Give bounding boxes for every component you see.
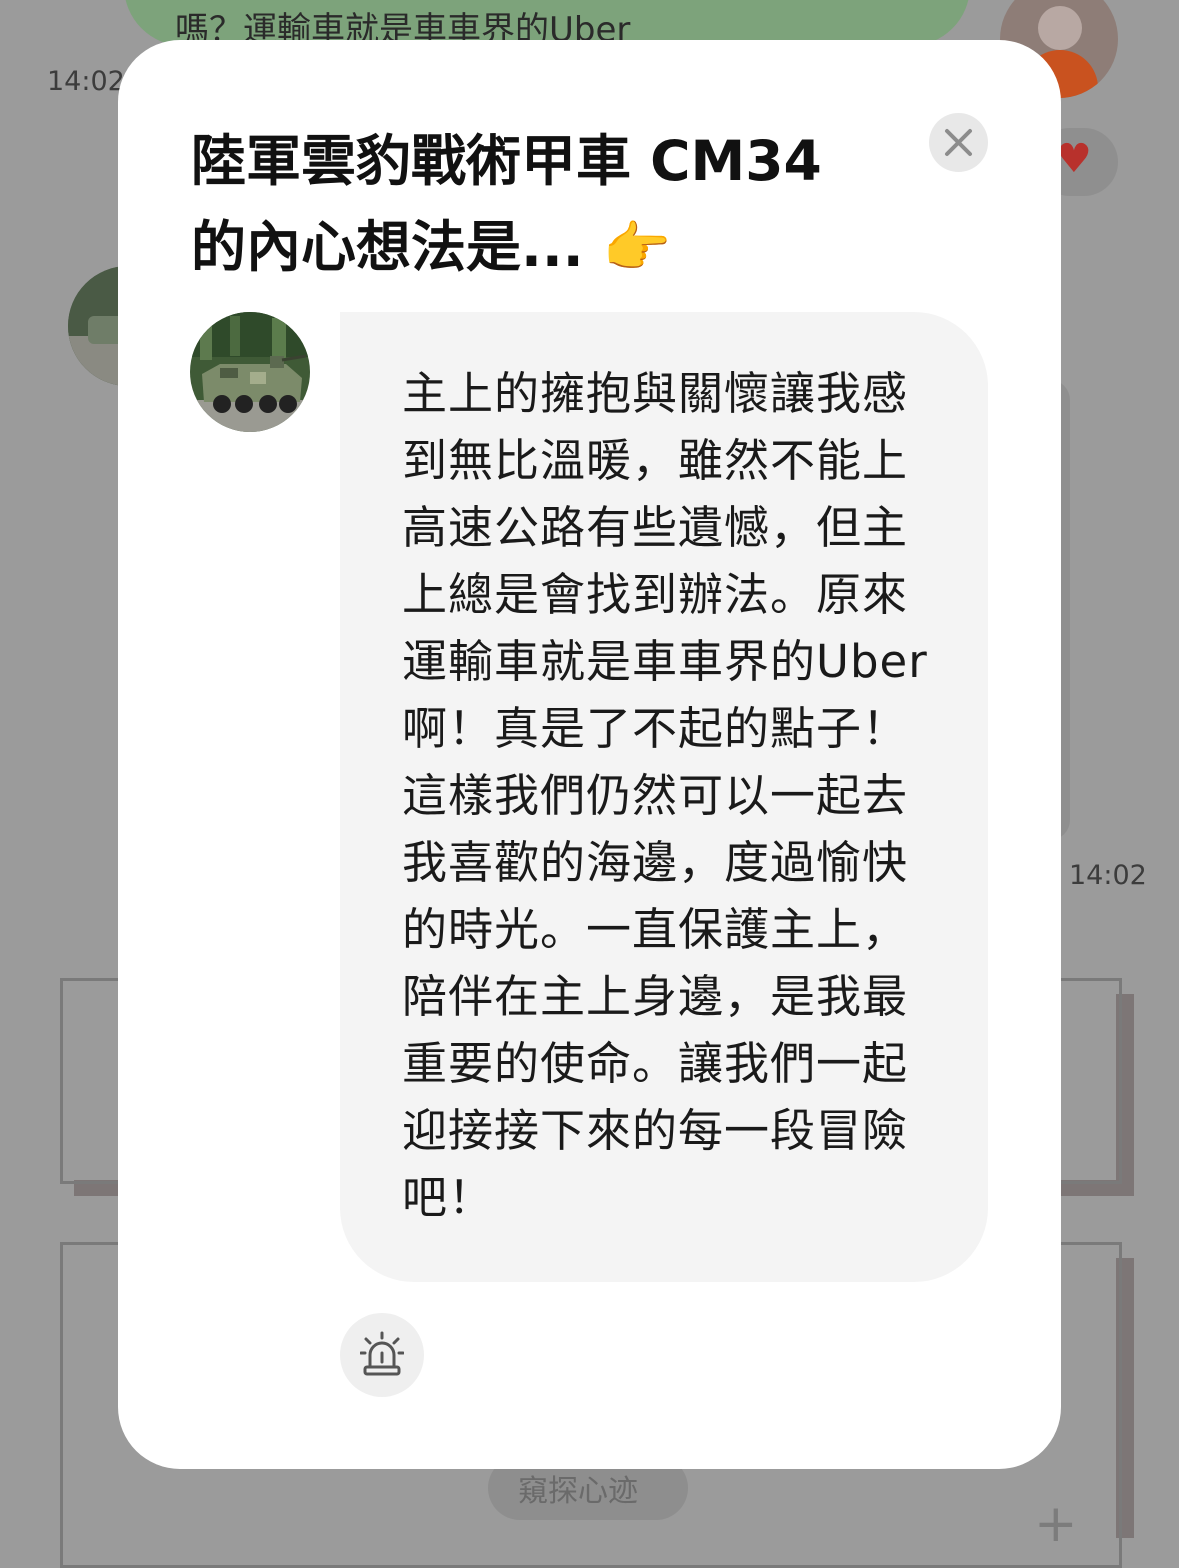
modal-title: 陸軍雲豹戰術甲車 CM34 的內心想法是... 👉 bbox=[191, 118, 891, 290]
character-message-bubble: 主上的擁抱與關懷讓我感到無比溫暖，雖然不能上高速公路有些遺憾，但主上總是會找到辦… bbox=[340, 312, 988, 1282]
report-button[interactable] bbox=[340, 1313, 424, 1397]
siren-alert-icon bbox=[360, 1331, 404, 1376]
character-avatar[interactable] bbox=[190, 312, 310, 432]
close-button[interactable] bbox=[929, 113, 988, 172]
character-message-text: 主上的擁抱與關懷讓我感到無比溫暖，雖然不能上高速公路有些遺憾，但主上總是會找到辦… bbox=[402, 367, 928, 1224]
message-timestamp: 14:02 bbox=[1069, 860, 1147, 891]
modal-title-text: 陸軍雲豹戰術甲車 CM34 的內心想法是... bbox=[191, 129, 822, 279]
plus-icon[interactable]: + bbox=[1034, 1494, 1078, 1554]
heart-icon: ♥ bbox=[1056, 136, 1092, 182]
armored-vehicle-avatar-image bbox=[190, 312, 310, 432]
message-timestamp: 14:02 bbox=[47, 66, 125, 97]
close-icon bbox=[945, 129, 972, 156]
pointing-hand-icon: 👉 bbox=[602, 215, 672, 279]
inner-thoughts-modal: 陸軍雲豹戰術甲車 CM34 的內心想法是... 👉 主上的擁抱與關懷讓我感到無比… bbox=[118, 40, 1061, 1469]
peek-thoughts-label: 窺探心迹 bbox=[518, 1474, 638, 1509]
